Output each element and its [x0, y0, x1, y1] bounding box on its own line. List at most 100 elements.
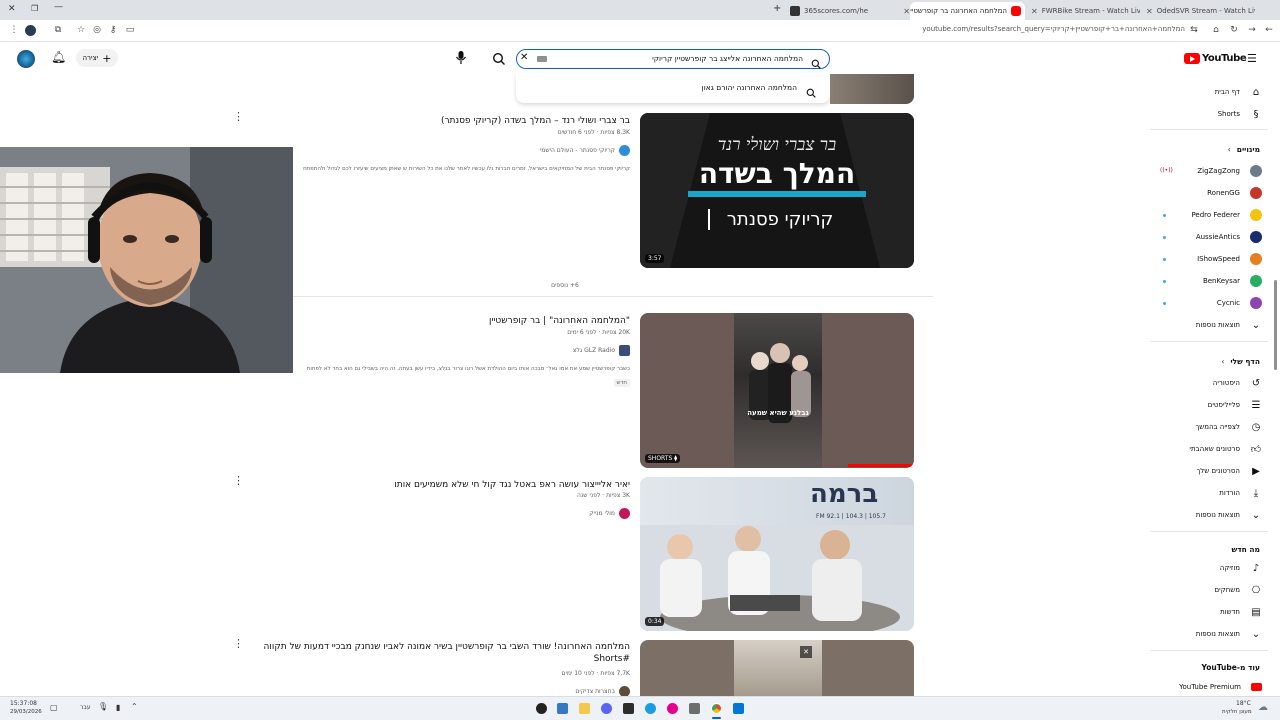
result-thumbnail[interactable]: ברמה FM 92.1 | 104.3 | 105.7 0:34 — [640, 477, 914, 631]
more-results-link[interactable]: 6+ נוספים — [540, 282, 590, 289]
account-avatar[interactable] — [17, 50, 35, 68]
minimize-window-icon[interactable]: — — [54, 2, 63, 12]
start-menu-icon[interactable] — [733, 703, 744, 714]
tab-fwrbike[interactable]: ✕ FWRBike Stream - Watch Live — [1028, 2, 1140, 20]
tray-chevron-icon[interactable]: ⌃ — [131, 702, 138, 711]
more-actions-icon[interactable]: ⋮ — [233, 638, 244, 649]
tab-title: 365scores.com/he — [804, 7, 869, 15]
result-thumbnail[interactable]: בר צברי ושולי רנד המלך בשדה קריוקי פסנתר… — [640, 113, 914, 268]
tab-youtube-active[interactable]: המלחמה האחרונה בר קופרשטיין ✕ — [910, 2, 1025, 20]
sidebar-sub-ronengg[interactable]: RonenGG — [1142, 184, 1262, 202]
notification-icon[interactable]: ▢ — [50, 703, 58, 712]
result-title[interactable]: יאיר אליייצור עושה ראפ באטל נגד קול חי ש… — [250, 479, 630, 491]
microphone-tray-icon[interactable]: 🎙︎ — [98, 702, 108, 711]
result-title[interactable]: המלחמה האחרונה! שורד השבי בר קופרשטיין ב… — [250, 641, 630, 665]
result-meta: 3K צפיות · לפני שנה — [576, 492, 630, 499]
more-actions-icon[interactable]: ⋮ — [233, 475, 244, 486]
create-button[interactable]: + יצירה — [76, 49, 118, 67]
tab-close-icon[interactable]: ✕ — [1146, 7, 1153, 16]
channel-avatar — [1250, 253, 1262, 265]
sidebar-item-gaming[interactable]: ⎔ משחקים — [1142, 581, 1262, 599]
sidebar-item-music[interactable]: ♪ מוזיקה — [1142, 559, 1262, 577]
file-explorer-icon[interactable] — [579, 703, 590, 714]
close-overlay-icon[interactable]: ✕ — [800, 646, 812, 658]
reload-icon[interactable]: ↻ — [1228, 25, 1240, 35]
weather-temperature[interactable]: 18°C — [1236, 700, 1251, 707]
extensions-icon[interactable]: ⧉ — [52, 25, 64, 35]
sidebar-sub-aussie[interactable]: AussieAntics — [1142, 228, 1262, 246]
address-bar[interactable]: youtube.com/results?search_query=המלחמה+… — [800, 25, 1185, 33]
result-thumbnail[interactable]: ✕ — [640, 640, 914, 696]
shorts-badge: SHORTS ⧫ — [645, 454, 681, 463]
result-channel[interactable]: GLZ Radio גלצ — [573, 345, 630, 356]
language-indicator[interactable]: עבר — [80, 704, 91, 711]
sidebar-explore-more[interactable]: ⌄ תוצאות נוספות — [1142, 625, 1262, 643]
like-icon: 👍︎ — [1250, 444, 1262, 455]
taskbar-app-icon[interactable] — [601, 703, 612, 714]
subscriptions-heading[interactable]: מינויים › — [1228, 145, 1260, 154]
sidebar-subs-more[interactable]: ⌄ תוצאות נוספות — [1142, 316, 1262, 334]
sidebar-item-premium[interactable]: YouTube Premium — [1142, 678, 1262, 696]
sidebar-item-home[interactable]: ⌂ דף הבית — [1142, 83, 1262, 101]
taskbar-app-icon[interactable] — [667, 703, 678, 714]
tab-odedsvr[interactable]: ✕ OdedSVR Stream - Watch Live — [1143, 2, 1255, 20]
youtube-logo[interactable]: YouTube — [1184, 53, 1247, 64]
result-thumbnail[interactable]: נבלנע שהיא שמעה SHORTS ⧫ — [640, 313, 914, 468]
chrome-browser-icon[interactable] — [711, 703, 722, 714]
you-heading[interactable]: הדף שלי › — [1221, 357, 1260, 366]
result-title[interactable]: "המלחמה האחרונה" | בר קופרשטיין — [250, 315, 630, 327]
key-icon[interactable]: ⚷ — [107, 25, 119, 35]
sidebar-item-news[interactable]: ▤ חדשות — [1142, 603, 1262, 621]
result-title[interactable]: בר צברי ושולי רנד – המלך בשדה (קריוקי פס… — [250, 115, 630, 127]
voice-search-icon[interactable] — [455, 50, 467, 66]
sidebar-sub-cycnic[interactable]: Cycnic — [1142, 294, 1262, 312]
channel-avatar — [619, 508, 630, 519]
hamburger-menu-icon[interactable]: ☰ — [1247, 52, 1257, 65]
taskbar-app-icon[interactable] — [536, 703, 547, 714]
sidebar-you-more[interactable]: ⌄ תוצאות נוספות — [1142, 506, 1262, 524]
result-channel[interactable]: מולי מנייק — [589, 508, 630, 519]
tab-close-icon[interactable]: ✕ — [903, 7, 910, 16]
bookmark-star-icon[interactable]: ☆ — [75, 25, 87, 35]
sidebar-sub-ishowspeed[interactable]: IShowSpeed — [1142, 250, 1262, 268]
weather-icon: ☁ — [1258, 702, 1268, 713]
sidebar-item-history[interactable]: ↺ היסטוריה — [1142, 374, 1262, 392]
more-actions-icon[interactable]: ⋮ — [233, 111, 244, 122]
sidebar-item-your-videos[interactable]: ▶ הסרטונים שלך — [1142, 462, 1262, 480]
sidebar-sub-pedro[interactable]: Pedro Federer — [1142, 206, 1262, 224]
clear-search-icon[interactable]: ✕ — [520, 52, 528, 63]
weather-description[interactable]: מעונן חלקית — [1222, 709, 1252, 715]
taskbar-app-icon[interactable] — [623, 703, 634, 714]
close-window-icon[interactable]: ✕ — [8, 4, 16, 14]
home-browser-icon[interactable]: ⌂ — [1210, 25, 1222, 35]
sidebar-item-playlists[interactable]: ☰ פלייליסטים — [1142, 396, 1262, 414]
page-scrollbar[interactable] — [1274, 280, 1277, 370]
sidebar-item-watch-later[interactable]: ◷ לצפייה בהמשך — [1142, 418, 1262, 436]
site-settings-icon[interactable]: ⇆ — [1188, 25, 1200, 35]
sidebar-item-downloads[interactable]: ⤓ הורדות — [1142, 484, 1262, 502]
previous-result-thumbnail[interactable] — [830, 74, 914, 104]
cast-icon[interactable]: ▭ — [124, 25, 136, 35]
new-tab-button[interactable]: + — [773, 3, 781, 14]
keyboard-icon[interactable] — [537, 56, 547, 62]
battery-tray-icon[interactable]: ▮ — [116, 703, 120, 712]
menu-dots-icon[interactable]: ⋮ — [8, 25, 20, 35]
tab-365scores[interactable]: ✕ 365scores.com/he — [790, 2, 910, 20]
search-button-icon[interactable] — [492, 51, 506, 65]
result-channel[interactable]: קריוקי פסנתר - העולם הישמי — [540, 145, 630, 156]
forward-icon[interactable]: → — [1246, 25, 1258, 35]
taskbar-app-icon[interactable] — [557, 703, 568, 714]
notifications-bell-icon[interactable]: 🔔︎ — [51, 50, 66, 64]
search-input[interactable]: המלחמה האחרונה אלייצג בר קופרשטיין קריוק… — [516, 49, 830, 69]
profile-avatar[interactable] — [25, 25, 36, 36]
taskbar-app-icon[interactable] — [689, 703, 700, 714]
tab-close-icon[interactable]: ✕ — [1031, 7, 1038, 16]
back-icon[interactable]: ← — [1263, 25, 1275, 35]
edge-browser-icon[interactable] — [645, 703, 656, 714]
sidebar-sub-benkeysar[interactable]: BenKeysar — [1142, 272, 1262, 290]
sidebar-item-shorts[interactable]: § Shorts — [1142, 105, 1262, 123]
sidebar-item-liked[interactable]: 👍︎ סרטונים שאהבתי — [1142, 440, 1262, 458]
tracking-icon[interactable]: ◎ — [91, 25, 103, 35]
suggestion-item[interactable]: המלחמה האחרונה יהורם גאון — [516, 77, 830, 99]
restore-window-icon[interactable]: ❐ — [31, 4, 38, 13]
